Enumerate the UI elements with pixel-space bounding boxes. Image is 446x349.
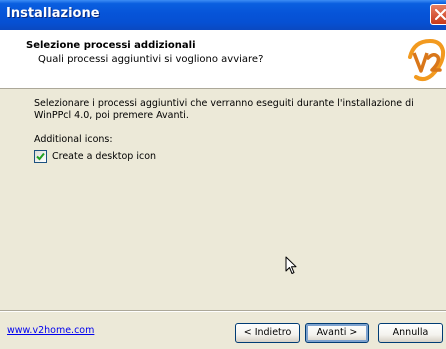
checkmark-icon (36, 152, 45, 161)
close-button[interactable] (430, 4, 446, 25)
next-button[interactable]: Avanti > (305, 323, 369, 343)
close-icon (435, 9, 446, 20)
wizard-header: Selezione processi addizionali Quali pro… (0, 30, 446, 89)
additional-icons-label: Additional icons: (34, 134, 113, 145)
wizard-content: Selezionare i processi aggiuntivi che ve… (0, 89, 446, 310)
page-subtitle: Quali processi aggiuntivi si vogliono av… (38, 54, 264, 65)
window-title: Installazione (6, 6, 100, 21)
cancel-button[interactable]: Annulla (378, 323, 443, 343)
page-title: Selezione processi addizionali (26, 40, 196, 51)
mouse-cursor-icon (285, 256, 297, 274)
website-link[interactable]: www.v2home.com (7, 325, 94, 336)
back-button[interactable]: < Indietro (235, 323, 300, 343)
v2-logo-icon (408, 38, 446, 82)
desktop-icon-label: Create a desktop icon (52, 151, 157, 162)
desktop-icon-checkbox[interactable] (34, 150, 47, 163)
footer-separator (0, 310, 446, 312)
description-text: Selezionare i processi aggiuntivi che ve… (34, 98, 414, 121)
installer-window: Installazione Selezione processi addizio… (0, 0, 446, 349)
title-bar[interactable]: Installazione (0, 0, 446, 30)
